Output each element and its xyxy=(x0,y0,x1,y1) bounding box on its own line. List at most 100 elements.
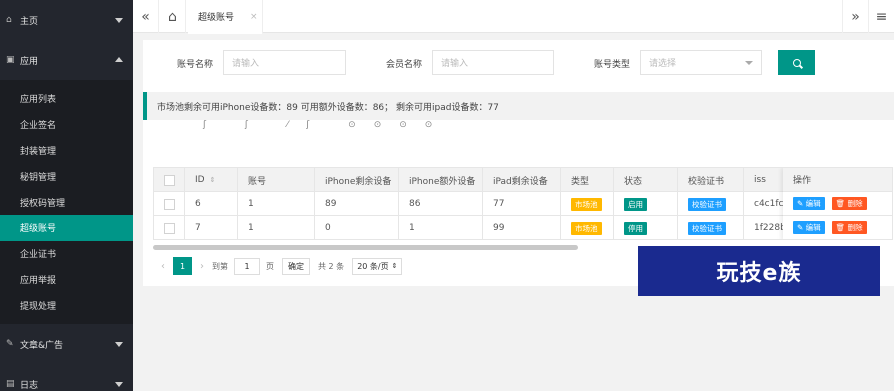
column-id[interactable]: ID ⇕ xyxy=(185,168,238,192)
watermark-text: 玩技e族 xyxy=(716,261,802,286)
select-all-checkbox[interactable] xyxy=(164,174,175,186)
goto-label: 到第 xyxy=(212,261,228,271)
sort-icon[interactable]: ⇕ xyxy=(210,176,216,184)
sidebar-item-enterprise-cert[interactable]: 企业证书 xyxy=(0,241,133,267)
chevron-down-icon xyxy=(745,61,753,65)
cell-cert: 校验证书 xyxy=(678,216,744,239)
sidebar-item-app-list[interactable]: 应用列表 xyxy=(0,86,133,112)
cell-cert: 校验证书 xyxy=(678,192,744,216)
status-badge[interactable]: 停用 xyxy=(624,221,647,235)
chevron-down-icon xyxy=(115,342,123,348)
verify-cert-button[interactable]: 校验证书 xyxy=(688,221,726,235)
column-status: 状态 xyxy=(614,168,678,192)
sidebar-item-withdrawal[interactable]: 提现处理 xyxy=(0,292,133,318)
nav-group-article-ads[interactable]: ✎ 文章&广告 xyxy=(0,324,133,364)
sidebar-item-secret-key[interactable]: 秘钥管理 xyxy=(0,163,133,189)
account-type-label: 账号类型 xyxy=(594,60,631,70)
double-chevron-right-icon: » xyxy=(851,8,860,25)
cell-iphone-left: 0 xyxy=(315,216,399,239)
cell-status: 停用 xyxy=(614,216,678,239)
column-actions: 操作 xyxy=(783,168,892,192)
status-badge[interactable]: 启用 xyxy=(624,197,647,211)
cell-type: 市场池 xyxy=(561,192,614,216)
filter-row: 账号名称 请输入 会员名称 请输入 账号类型 请选择 xyxy=(143,50,894,76)
header-checkbox-cell xyxy=(154,168,185,192)
cell-account: 1 xyxy=(238,216,315,239)
verify-cert-button[interactable]: 校验证书 xyxy=(688,197,726,211)
edit-button[interactable]: ✎ 编辑 xyxy=(793,221,825,234)
prev-page-icon[interactable]: ‹ xyxy=(161,261,165,272)
tab-label: 超级账号 xyxy=(198,13,235,23)
cell-iphone-extra: 1 xyxy=(399,216,483,239)
cell-status: 启用 xyxy=(614,192,678,216)
account-name-input[interactable]: 请输入 xyxy=(223,50,346,75)
search-button[interactable] xyxy=(778,50,815,75)
sidebar-item-super-account[interactable]: 超级账号 xyxy=(0,214,133,241)
nav-group-label: 文章&广告 xyxy=(20,340,64,351)
column-cert: 校验证书 xyxy=(678,168,744,192)
total-count: 共 2 条 xyxy=(318,261,345,271)
goto-page-input[interactable]: 1 xyxy=(234,257,260,275)
search-icon xyxy=(792,58,801,67)
nav-group-app[interactable]: ▣ 应用 xyxy=(0,40,133,80)
sidebar: ⌂ 主页 ▣ 应用 应用列表 企业签名 封装管理 秘钥管理 授权码管理 超级账号… xyxy=(0,0,133,391)
sidebar-item-auth-code[interactable]: 授权码管理 xyxy=(0,189,133,215)
delete-button[interactable]: 🗑 删除 xyxy=(831,221,867,234)
article-icon: ✎ xyxy=(6,339,14,350)
row-actions: ✎ 编辑 🗑 删除 xyxy=(783,216,892,239)
tab-super-account[interactable]: 超级账号 × xyxy=(188,0,263,34)
member-name-label: 会员名称 xyxy=(386,60,423,70)
cell-id: 6 xyxy=(185,192,238,216)
column-iphone-left: iPhone剩余设备 xyxy=(315,168,399,192)
column-iphone-extra: iPhone额外设备 xyxy=(399,168,483,192)
close-icon[interactable]: × xyxy=(250,12,258,22)
account-type-select[interactable]: 请选择 xyxy=(640,50,762,75)
page-size-value: 20 条/页 xyxy=(357,261,389,271)
watermark-logo: 玩技e族 xyxy=(638,246,880,296)
row-actions: ✎ 编辑 🗑 删除 xyxy=(783,192,892,216)
chevron-up-icon xyxy=(115,57,123,62)
row-checkbox[interactable] xyxy=(164,222,175,234)
goto-confirm-button[interactable]: 确定 xyxy=(282,257,310,275)
sidebar-item-package[interactable]: 封装管理 xyxy=(0,138,133,164)
collapse-sidebar-button[interactable]: « xyxy=(133,0,159,33)
nav-group-label: 日志 xyxy=(20,380,39,391)
tab-menu-button[interactable]: ≡ xyxy=(868,0,894,33)
table-horizontal-scrollbar[interactable] xyxy=(153,245,578,250)
account-type-placeholder: 请选择 xyxy=(649,59,677,69)
account-name-label: 账号名称 xyxy=(177,60,214,70)
cell-ipad-left: 77 xyxy=(483,192,561,216)
column-type: 类型 xyxy=(561,168,614,192)
accounts-table: ID ⇕ 账号 iPhone剩余设备 iPhone额外设备 iPad剩余设备 类型… xyxy=(153,167,893,240)
cell-id: 7 xyxy=(185,216,238,239)
column-account: 账号 xyxy=(238,168,315,192)
sidebar-item-app-report[interactable]: 应用举报 xyxy=(0,267,133,293)
page-1-button[interactable]: 1 xyxy=(173,257,192,275)
column-label: ID xyxy=(195,175,205,185)
nav-group-label: 应用 xyxy=(20,56,39,67)
delete-button[interactable]: 🗑 删除 xyxy=(831,197,867,210)
row-checkbox[interactable] xyxy=(164,198,175,210)
edit-button[interactable]: ✎ 编辑 xyxy=(793,197,825,210)
handwritten-scribble: ʃ ʃ ⁄ʃ ⊙⊙⊙⊙ xyxy=(203,120,451,130)
home-icon: ⌂ xyxy=(6,15,12,25)
member-name-input[interactable]: 请输入 xyxy=(432,50,554,75)
page-unit-label: 页 xyxy=(266,261,274,271)
home-tab-button[interactable]: ⌂ xyxy=(160,0,186,33)
pagination: ‹ 1 › 到第 1 页 确定 共 2 条 20 条/页 ⇕ xyxy=(153,256,403,276)
nav-group-home[interactable]: ⌂ 主页 xyxy=(0,0,133,40)
cell-iphone-extra: 86 xyxy=(399,192,483,216)
page-size-select[interactable]: 20 条/页 ⇕ xyxy=(352,257,403,275)
cell-type: 市场池 xyxy=(561,216,614,239)
app-submenu: 应用列表 企业签名 封装管理 秘钥管理 授权码管理 超级账号 企业证书 应用举报… xyxy=(0,80,133,325)
actions-column: 操作 ✎ 编辑 🗑 删除 ✎ 编辑 🗑 删除 xyxy=(783,168,892,239)
next-page-icon[interactable]: › xyxy=(200,261,204,272)
scroll-tabs-right-button[interactable]: » xyxy=(842,0,868,33)
nav-group-log[interactable]: ▤ 日志 xyxy=(0,364,133,391)
nav-group-label: 主页 xyxy=(20,16,39,27)
sidebar-item-enterprise-sign[interactable]: 企业签名 xyxy=(0,112,133,138)
tab-bar: « ⌂ 超级账号 × » ≡ xyxy=(133,0,894,34)
chevron-down-icon xyxy=(115,18,123,23)
home-icon: ⌂ xyxy=(168,8,177,25)
menu-icon: ≡ xyxy=(875,8,888,25)
